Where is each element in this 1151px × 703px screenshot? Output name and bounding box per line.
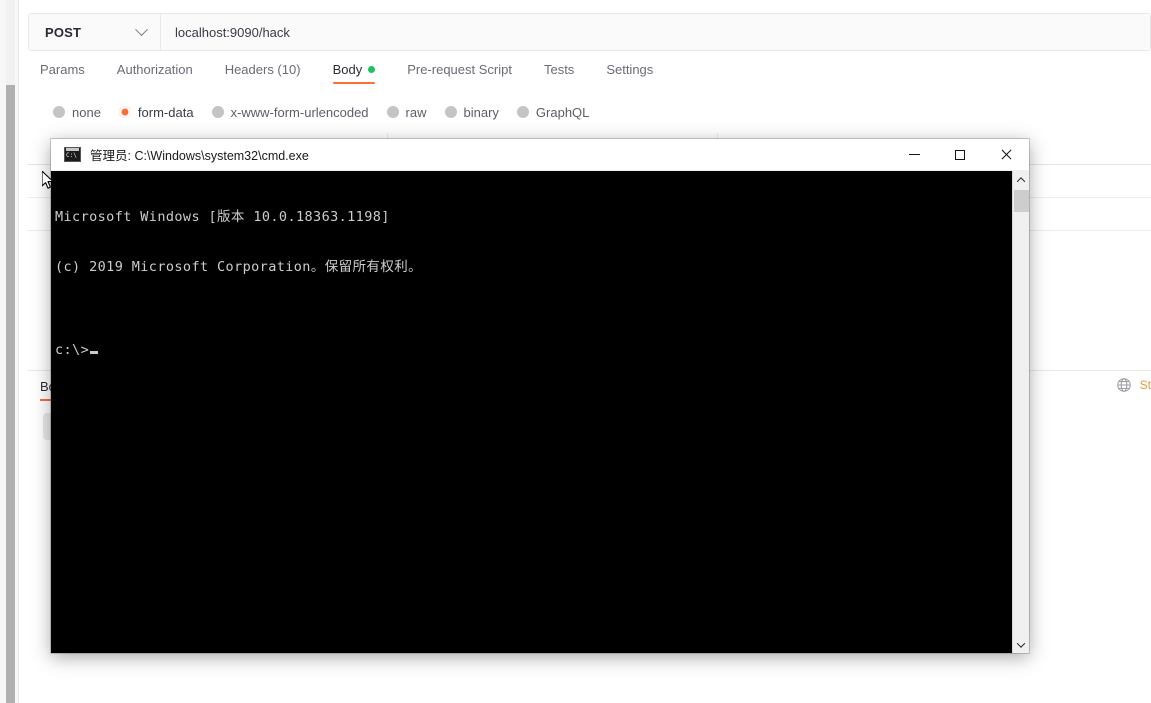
radio-label: raw bbox=[405, 104, 427, 120]
chevron-up-icon bbox=[1016, 176, 1026, 186]
cmd-body: Microsoft Windows [版本 10.0.18363.1198] (… bbox=[51, 171, 1029, 653]
left-gutter bbox=[0, 0, 19, 703]
request-tabs: Params Authorization Headers (10) Body P… bbox=[28, 60, 669, 92]
request-bar: POST localhost:9090/hack bbox=[28, 13, 1151, 51]
radio-icon bbox=[53, 106, 65, 118]
close-button[interactable] bbox=[983, 139, 1029, 171]
tab-label: Tests bbox=[543, 62, 575, 77]
tab-label: Body bbox=[332, 62, 363, 77]
tab-label: Pre-request Script bbox=[407, 62, 512, 77]
cmd-terminal-icon bbox=[64, 147, 81, 162]
http-method-label: POST bbox=[45, 24, 82, 40]
radio-label: form-data bbox=[137, 104, 194, 120]
radio-label: x-www-form-urlencoded bbox=[230, 104, 369, 120]
console-line: (c) 2019 Microsoft Corporation。保留所有权利。 bbox=[55, 258, 423, 275]
response-toolbar: St bbox=[1116, 377, 1151, 393]
radio-icon bbox=[516, 106, 529, 118]
globe-icon[interactable] bbox=[1116, 377, 1132, 393]
tab-params[interactable]: Params bbox=[28, 60, 101, 77]
body-type-binary[interactable]: binary bbox=[444, 104, 499, 120]
cmd-scrollbar[interactable] bbox=[1012, 171, 1029, 653]
tab-label: Settings bbox=[606, 62, 654, 77]
tab-label: Headers (10) bbox=[224, 62, 301, 77]
body-type-raw[interactable]: raw bbox=[386, 104, 427, 120]
radio-label: binary bbox=[463, 104, 499, 120]
cmd-console-output[interactable]: Microsoft Windows [版本 10.0.18363.1198] (… bbox=[51, 171, 1012, 653]
http-method-select[interactable]: POST bbox=[29, 14, 161, 50]
console-line: Microsoft Windows [版本 10.0.18363.1198] bbox=[55, 209, 390, 226]
tab-pre-request-script[interactable]: Pre-request Script bbox=[391, 60, 528, 77]
response-status-text: St bbox=[1139, 378, 1151, 392]
tab-body[interactable]: Body bbox=[317, 60, 392, 84]
radio-icon bbox=[386, 106, 399, 118]
console-cursor bbox=[90, 350, 99, 354]
scroll-down-button[interactable] bbox=[1013, 636, 1030, 653]
body-type-x-www-form-urlencoded[interactable]: x-www-form-urlencoded bbox=[211, 104, 369, 120]
tab-tests[interactable]: Tests bbox=[528, 60, 590, 77]
url-input[interactable]: localhost:9090/hack bbox=[161, 14, 1150, 50]
radio-label: GraphQL bbox=[535, 104, 590, 120]
maximize-button[interactable] bbox=[937, 139, 983, 171]
cmd-title-bar[interactable]: 管理员: C:\Windows\system32\cmd.exe bbox=[51, 139, 1029, 171]
console-prompt: c:\> bbox=[55, 341, 90, 358]
body-type-none[interactable]: none bbox=[53, 105, 101, 120]
chevron-down-icon bbox=[135, 22, 148, 36]
tab-label: Params bbox=[40, 62, 85, 77]
mouse-cursor-icon bbox=[41, 170, 56, 191]
tab-label: Authorization bbox=[116, 62, 193, 77]
minimize-icon bbox=[908, 154, 920, 155]
radio-icon bbox=[444, 106, 457, 118]
active-tab-underline bbox=[332, 82, 376, 84]
body-type-radio-group: none form-data x-www-form-urlencoded raw… bbox=[28, 101, 607, 123]
cmd-window[interactable]: 管理员: C:\Windows\system32\cmd.exe Microso… bbox=[51, 139, 1029, 653]
app-vertical-scrollbar-thumb[interactable] bbox=[6, 85, 15, 703]
scroll-up-button[interactable] bbox=[1013, 171, 1030, 188]
url-value: localhost:9090/hack bbox=[175, 24, 290, 40]
body-type-graphql[interactable]: GraphQL bbox=[516, 104, 590, 120]
cmd-scrollbar-thumb[interactable] bbox=[1013, 190, 1029, 212]
body-type-form-data[interactable]: form-data bbox=[118, 104, 194, 120]
tab-settings[interactable]: Settings bbox=[590, 60, 669, 77]
cmd-window-controls bbox=[891, 139, 1029, 171]
tab-headers[interactable]: Headers (10) bbox=[209, 60, 317, 77]
console-prompt-line: c:\> bbox=[55, 342, 1012, 359]
radio-icon bbox=[118, 106, 131, 118]
radio-label: none bbox=[72, 104, 101, 120]
body-modified-dot-icon bbox=[368, 66, 376, 73]
radio-icon bbox=[211, 106, 224, 118]
maximize-icon bbox=[955, 149, 965, 160]
minimize-button[interactable] bbox=[891, 139, 937, 171]
tab-authorization[interactable]: Authorization bbox=[101, 60, 209, 77]
cmd-window-title: 管理员: C:\Windows\system32\cmd.exe bbox=[90, 149, 309, 163]
close-icon bbox=[1000, 149, 1012, 161]
chevron-down-icon bbox=[1016, 638, 1026, 648]
screen-root: POST localhost:9090/hack Params Authoriz… bbox=[0, 0, 1151, 703]
